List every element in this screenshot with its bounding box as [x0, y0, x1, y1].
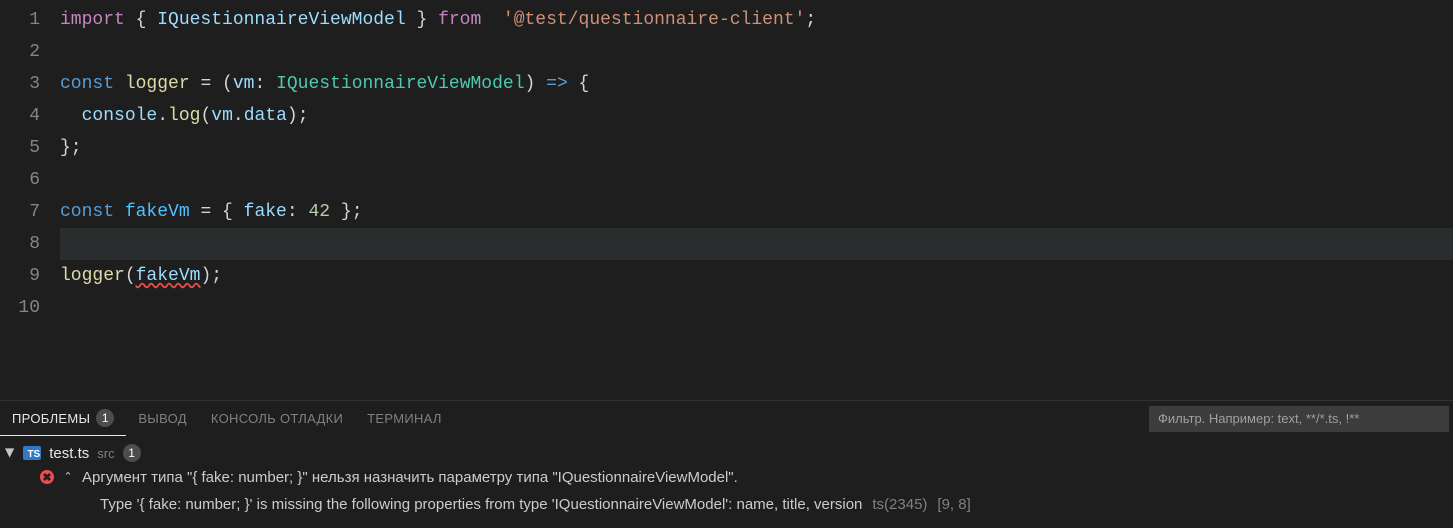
code-line[interactable] [60, 164, 1453, 196]
tab-debug-console[interactable]: Консоль отладки [199, 401, 355, 436]
tab-problems-label: Проблемы [12, 411, 90, 426]
line-number: 6 [0, 164, 40, 196]
problem-location: [9, 8] [937, 494, 970, 516]
code-line[interactable]: console.log(vm.data); [60, 100, 1453, 132]
problem-message: Аргумент типа "{ fake: number; }" нельзя… [82, 467, 738, 489]
code-line[interactable] [60, 228, 1453, 260]
line-gutter: 12345678910 [0, 0, 60, 400]
line-number: 9 [0, 260, 40, 292]
line-number: 10 [0, 292, 40, 324]
code-line[interactable]: const logger = (vm: IQuestionnaireViewMo… [60, 68, 1453, 100]
code-line[interactable] [60, 36, 1453, 68]
panel-tabs: Проблемы 1 Вывод Консоль отладки Термина… [0, 401, 1453, 436]
code-line[interactable]: const fakeVm = { fake: 42 }; [60, 196, 1453, 228]
line-number: 1 [0, 4, 40, 36]
code-line[interactable] [60, 292, 1453, 324]
code-line[interactable]: import { IQuestionnaireViewModel } from … [60, 4, 1453, 36]
line-number: 5 [0, 132, 40, 164]
typescript-file-icon: TS [23, 446, 41, 460]
problems-filter-input[interactable] [1149, 406, 1449, 432]
chevron-up-icon: ⌃ [62, 470, 74, 483]
tab-problems[interactable]: Проблемы 1 [0, 401, 126, 436]
line-number: 2 [0, 36, 40, 68]
problem-file-name: test.ts [49, 445, 89, 462]
bottom-panel: Проблемы 1 Вывод Консоль отладки Термина… [0, 400, 1453, 528]
problem-file-row[interactable]: ▶ TS test.ts src 1 [0, 442, 1453, 464]
problem-error-code: ts(2345) [872, 494, 927, 516]
line-number: 4 [0, 100, 40, 132]
code-line[interactable]: logger(fakeVm); [60, 260, 1453, 292]
problem-detail-message: Type '{ fake: number; }' is missing the … [100, 494, 862, 516]
problem-detail-row[interactable]: Type '{ fake: number; }' is missing the … [0, 492, 1453, 518]
line-number: 8 [0, 228, 40, 260]
code-editor[interactable]: 12345678910 import { IQuestionnaireViewM… [0, 0, 1453, 400]
problem-file-path: src [97, 446, 114, 461]
problem-item[interactable]: ✖ ⌃ Аргумент типа "{ fake: number; }" не… [0, 464, 1453, 492]
tab-terminal[interactable]: Терминал [355, 401, 454, 436]
line-number: 3 [0, 68, 40, 100]
code-area[interactable]: import { IQuestionnaireViewModel } from … [60, 0, 1453, 400]
problems-count-badge: 1 [96, 409, 114, 427]
chevron-down-icon: ▶ [4, 448, 18, 457]
line-number: 7 [0, 196, 40, 228]
file-problem-count-badge: 1 [123, 444, 141, 462]
code-line[interactable]: }; [60, 132, 1453, 164]
problems-list: ▶ TS test.ts src 1 ✖ ⌃ Аргумент типа "{ … [0, 436, 1453, 528]
tab-output[interactable]: Вывод [126, 401, 199, 436]
error-icon: ✖ [40, 470, 54, 484]
